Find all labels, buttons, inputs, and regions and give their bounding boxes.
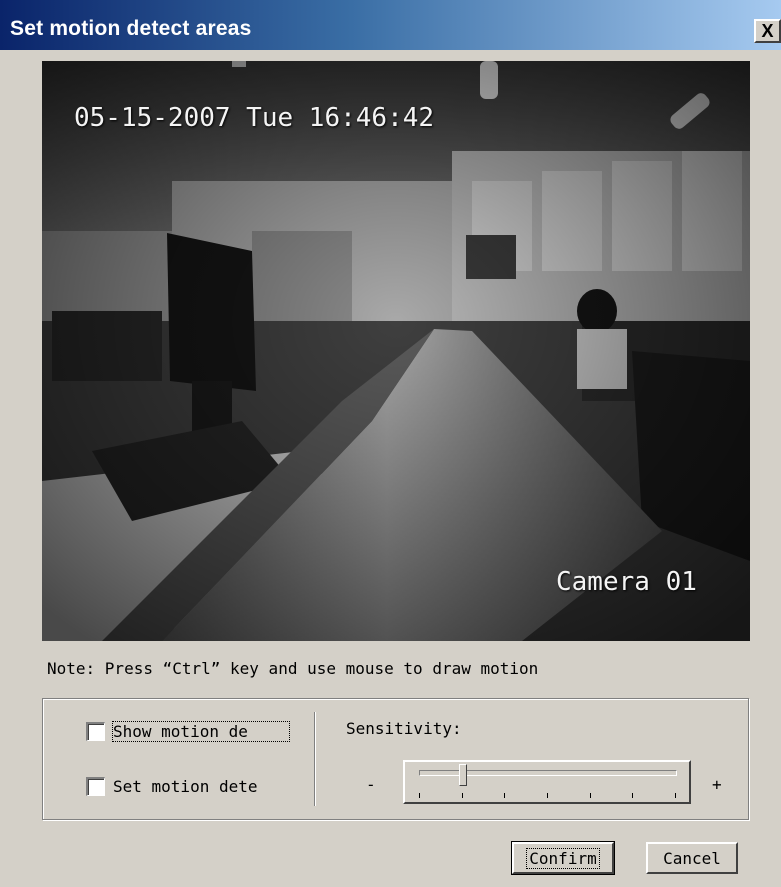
confirm-button[interactable]: Confirm [511, 841, 615, 875]
slider-tick [675, 793, 676, 798]
close-button[interactable]: X [754, 19, 781, 43]
camera-name-overlay: Camera 01 [556, 567, 697, 597]
show-motion-checkbox[interactable] [86, 722, 105, 741]
cancel-button[interactable]: Cancel [646, 842, 738, 874]
slider-thumb[interactable] [458, 764, 467, 786]
slider-tick [419, 793, 420, 798]
camera-frame-image [42, 61, 750, 641]
show-motion-row[interactable]: Show motion de [86, 721, 290, 742]
confirm-button-label: Confirm [526, 847, 600, 869]
set-motion-checkbox[interactable] [86, 777, 105, 796]
instruction-note: Note: Press “Ctrl” key and use mouse to … [47, 659, 539, 678]
sensitivity-max-label: + [712, 775, 722, 794]
slider-tick [589, 793, 591, 798]
sensitivity-min-label: - [366, 775, 376, 794]
camera-video-preview[interactable]: 05-15-2007 Tue 16:46:42 Camera 01 [42, 61, 750, 641]
slider-tick [461, 793, 463, 798]
set-motion-label[interactable]: Set motion dete [113, 777, 289, 796]
show-motion-label[interactable]: Show motion de [112, 721, 290, 742]
sensitivity-slider[interactable] [403, 760, 691, 804]
window-title: Set motion detect areas [10, 17, 252, 40]
close-icon: X [761, 20, 774, 41]
sensitivity-label: Sensitivity: [346, 719, 462, 738]
video-timestamp: 05-15-2007 Tue 16:46:42 [74, 103, 435, 133]
slider-tick [504, 793, 506, 798]
slider-tick [547, 793, 548, 798]
slider-tick [632, 793, 634, 798]
title-bar[interactable]: Set motion detect areas [0, 0, 781, 50]
cancel-button-label: Cancel [663, 848, 721, 868]
set-motion-row[interactable]: Set motion dete [86, 777, 289, 796]
group-divider [314, 712, 316, 806]
